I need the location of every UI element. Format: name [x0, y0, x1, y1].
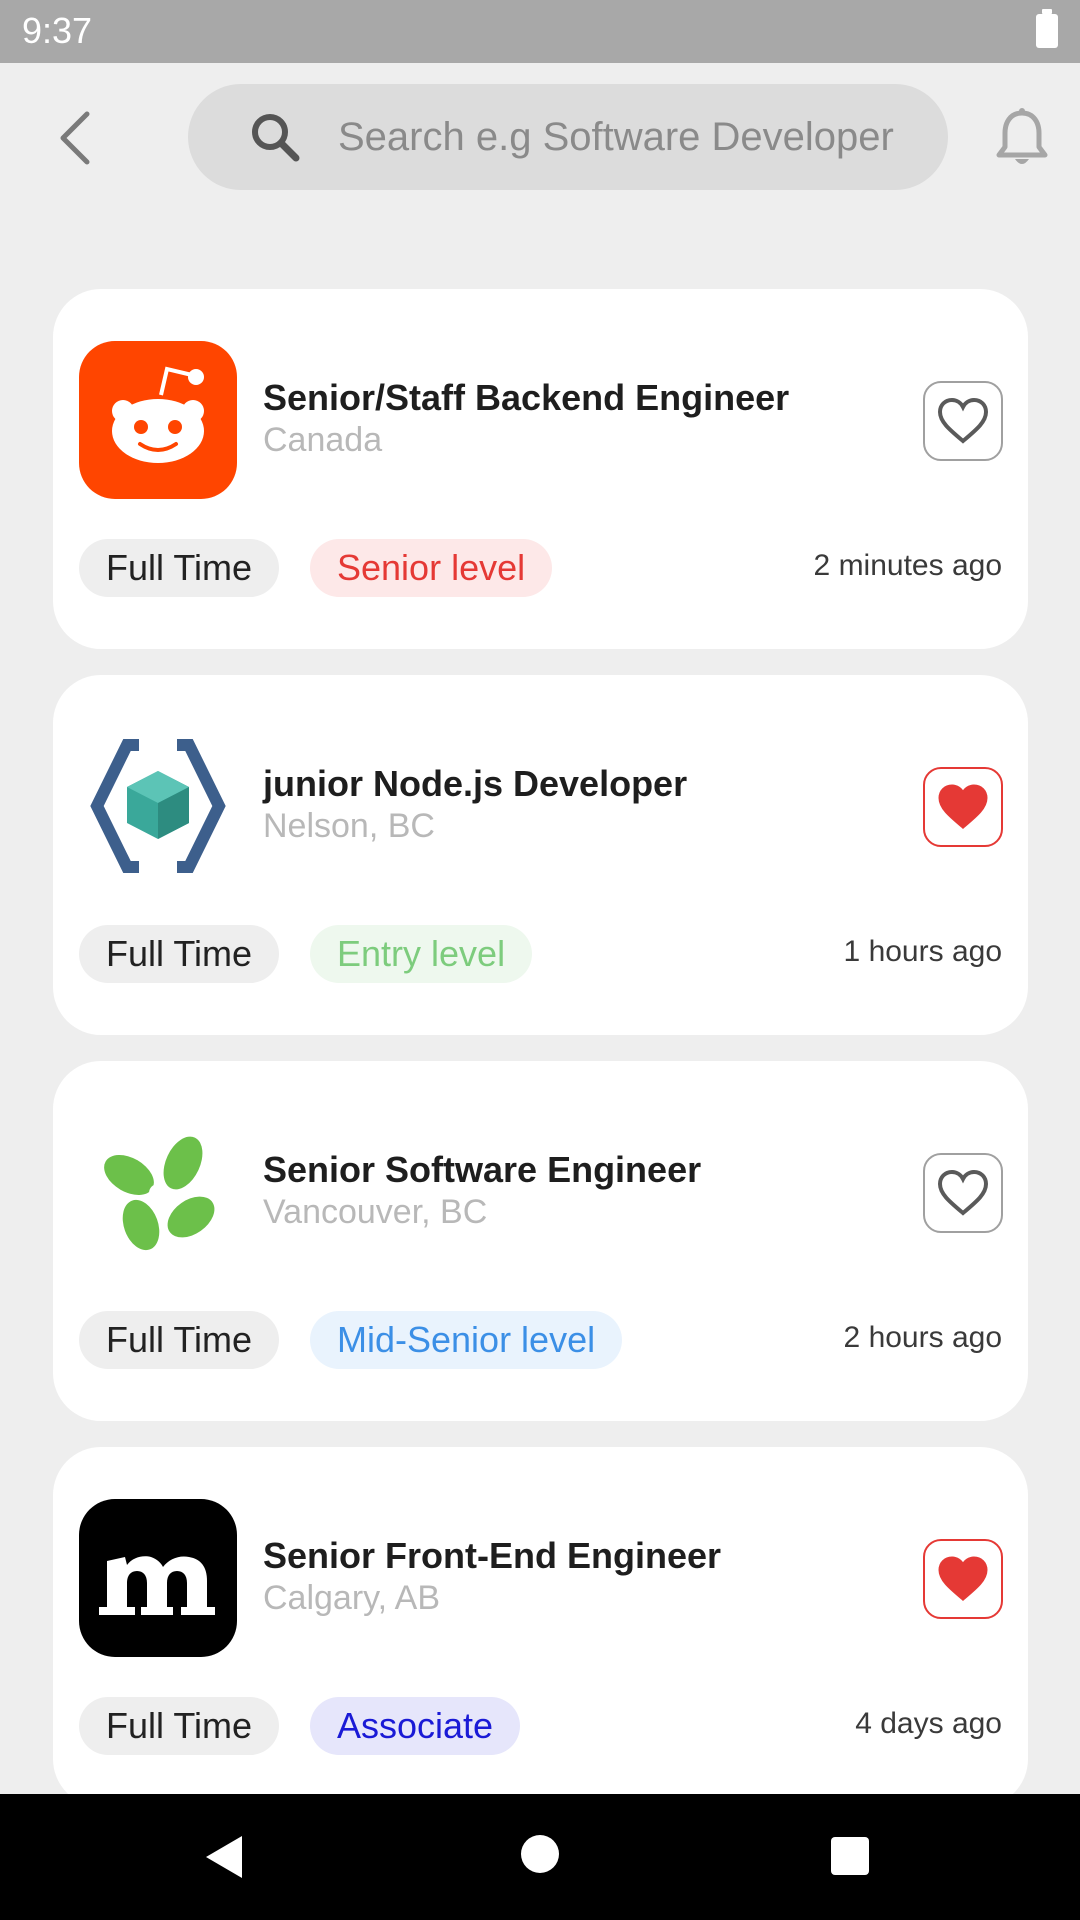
job-card[interactable]: Senior Front-End Engineer Calgary, AB Fu… — [53, 1447, 1028, 1807]
top-bar — [0, 63, 1080, 213]
reddit-logo-icon — [79, 341, 237, 499]
heart-outline-icon — [937, 1169, 989, 1216]
nav-home-icon[interactable] — [521, 1835, 559, 1873]
posted-time: 2 minutes ago — [813, 549, 1002, 582]
job-location: Vancouver, BC — [263, 1193, 488, 1231]
heart-filled-icon — [938, 1556, 988, 1601]
job-card[interactable]: junior Node.js Developer Nelson, BC Full… — [53, 675, 1028, 1035]
job-type-tag: Full Time — [79, 925, 280, 983]
job-type-tag: Full Time — [79, 1311, 280, 1369]
favorite-button[interactable] — [923, 381, 1003, 461]
search-icon — [252, 114, 300, 162]
job-location: Canada — [263, 421, 383, 459]
navigation-bar — [0, 1794, 1080, 1920]
favorite-button[interactable] — [923, 1539, 1003, 1619]
job-title: junior Node.js Developer — [263, 763, 688, 804]
m-letter-logo-icon — [79, 1499, 237, 1657]
posted-time: 4 days ago — [855, 1707, 1002, 1740]
job-title: Senior Software Engineer — [263, 1149, 702, 1190]
notification-button[interactable] — [992, 107, 1052, 171]
posted-time: 1 hours ago — [843, 935, 1002, 968]
job-type-tag: Full Time — [79, 1697, 280, 1755]
job-title: Senior/Staff Backend Engineer — [263, 377, 790, 418]
heart-filled-icon — [938, 784, 988, 829]
bell-icon — [996, 108, 1048, 164]
job-card[interactable]: Senior Software Engineer Vancouver, BC F… — [53, 1061, 1028, 1421]
favorite-button[interactable] — [923, 1153, 1003, 1233]
search-bar[interactable] — [188, 84, 948, 190]
back-button[interactable] — [40, 103, 110, 173]
green-petals-logo-icon — [79, 1113, 237, 1271]
favorite-button[interactable] — [923, 767, 1003, 847]
search-input[interactable] — [338, 84, 928, 190]
hexagon-cube-logo-icon — [79, 727, 237, 885]
job-location: Nelson, BC — [263, 807, 435, 845]
job-location: Calgary, AB — [263, 1579, 441, 1617]
level-tag: Associate — [310, 1697, 521, 1755]
nav-back-icon[interactable] — [204, 1834, 244, 1880]
job-title: Senior Front-End Engineer — [263, 1535, 722, 1576]
heart-outline-icon — [937, 397, 989, 444]
level-tag: Entry level — [310, 925, 533, 983]
status-time: 9:37 — [22, 10, 93, 51]
level-tag: Senior level — [310, 539, 553, 597]
job-type-tag: Full Time — [79, 539, 280, 597]
posted-time: 2 hours ago — [843, 1321, 1002, 1354]
level-tag: Mid-Senior level — [310, 1311, 623, 1369]
job-card[interactable]: Senior/Staff Backend Engineer Canada Ful… — [53, 289, 1028, 649]
status-bar: 9:37 — [0, 0, 1080, 63]
nav-recents-icon[interactable] — [831, 1837, 869, 1875]
battery-icon — [1036, 9, 1058, 48]
chevron-left-icon — [60, 111, 90, 165]
